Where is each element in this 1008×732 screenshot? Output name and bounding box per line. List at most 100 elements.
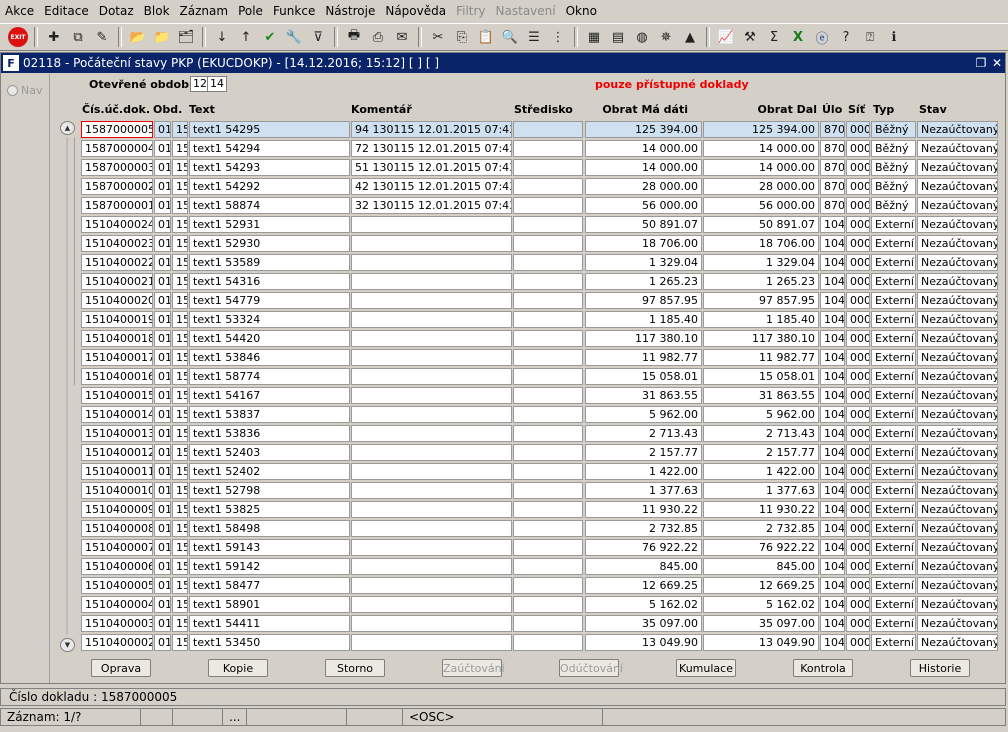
cell-debit[interactable]: 1 185.40 bbox=[585, 311, 702, 328]
cell-text[interactable]: text1 58774 bbox=[189, 368, 350, 385]
zoom-icon[interactable]: 🔍 bbox=[500, 27, 520, 47]
menu-item[interactable]: Dotaz bbox=[94, 0, 139, 23]
cell-period[interactable]: 01 bbox=[154, 216, 171, 233]
cell-cost-center[interactable] bbox=[513, 311, 583, 328]
cell-text[interactable]: text1 52930 bbox=[189, 235, 350, 252]
cell-cost-center[interactable] bbox=[513, 406, 583, 423]
cell-period[interactable]: 01 bbox=[154, 596, 171, 613]
cell-status[interactable]: Nezaúčtovaný bbox=[917, 311, 998, 328]
cell-type[interactable]: Externí bbox=[871, 406, 916, 423]
cell-text[interactable]: text1 53836 bbox=[189, 425, 350, 442]
table-row[interactable]: 15104000170115text1 53846 11 982.7711 982… bbox=[81, 349, 1001, 367]
cell-comment[interactable] bbox=[351, 368, 512, 385]
calculator-icon[interactable]: ▦ bbox=[584, 27, 604, 47]
cell-unit[interactable]: 104 bbox=[820, 634, 845, 651]
menu-item[interactable]: Akce bbox=[0, 0, 39, 23]
cell-credit[interactable]: 1 265.23 bbox=[703, 273, 819, 290]
settings-gear-icon[interactable]: ✵ bbox=[656, 27, 676, 47]
cell-unit[interactable]: 104 bbox=[820, 349, 845, 366]
menu-item[interactable]: Nastavení bbox=[491, 0, 561, 23]
cell-unit[interactable]: 104 bbox=[820, 482, 845, 499]
cell-debit[interactable]: 14 000.00 bbox=[585, 140, 702, 157]
table-row[interactable]: 15104000040115text1 58901 5 162.025 162.0… bbox=[81, 596, 1001, 614]
menu-item[interactable]: Blok bbox=[139, 0, 175, 23]
cell-status[interactable]: Nezaúčtovaný bbox=[917, 539, 998, 556]
cell-text[interactable]: text1 52931 bbox=[189, 216, 350, 233]
cell-type[interactable]: Externí bbox=[871, 558, 916, 575]
cell-comment[interactable] bbox=[351, 615, 512, 632]
cell-network[interactable]: 000 bbox=[846, 482, 870, 499]
cell-doc-number[interactable]: 1510400011 bbox=[81, 463, 153, 480]
cell-doc-number[interactable]: 1587000005 bbox=[81, 121, 153, 138]
cell-period[interactable]: 01 bbox=[154, 254, 171, 271]
cell-network[interactable]: 000 bbox=[846, 520, 870, 537]
cell-comment[interactable]: 94 130115 12.01.2015 07:43:42 bbox=[351, 121, 512, 138]
cell-cost-center[interactable] bbox=[513, 197, 583, 214]
help-icon[interactable]: ? bbox=[836, 27, 856, 47]
cell-year[interactable]: 15 bbox=[172, 634, 188, 651]
info-icon[interactable]: ℹ bbox=[884, 27, 904, 47]
cell-status[interactable]: Nezaúčtovaný bbox=[917, 349, 998, 366]
cell-type[interactable]: Externí bbox=[871, 444, 916, 461]
cell-period[interactable]: 01 bbox=[154, 387, 171, 404]
duplicate-record-icon[interactable]: ⧉ bbox=[68, 27, 88, 47]
table-row[interactable]: 15104000070115text1 59143 76 922.2276 922… bbox=[81, 539, 1001, 557]
table-row[interactable]: 15104000130115text1 53836 2 713.432 713.4… bbox=[81, 425, 1001, 443]
cell-status[interactable]: Nezaúčtovaný bbox=[917, 254, 998, 271]
cell-cost-center[interactable] bbox=[513, 444, 583, 461]
cell-doc-number[interactable]: 1510400005 bbox=[81, 577, 153, 594]
sort-descending-icon[interactable]: ↑ bbox=[236, 27, 256, 47]
cell-network[interactable]: 000 bbox=[846, 235, 870, 252]
cell-type[interactable]: Externí bbox=[871, 216, 916, 233]
cell-comment[interactable] bbox=[351, 634, 512, 651]
excel-icon[interactable]: X bbox=[788, 27, 808, 47]
cell-text[interactable]: text1 54295 bbox=[189, 121, 350, 138]
cell-debit[interactable]: 2 713.43 bbox=[585, 425, 702, 442]
cell-text[interactable]: text1 58874 bbox=[189, 197, 350, 214]
cell-credit[interactable]: 2 732.85 bbox=[703, 520, 819, 537]
cell-year[interactable]: 15 bbox=[172, 501, 188, 518]
cell-comment[interactable] bbox=[351, 463, 512, 480]
cell-year[interactable]: 15 bbox=[172, 482, 188, 499]
cell-type[interactable]: Běžný bbox=[871, 197, 916, 214]
cell-period[interactable]: 01 bbox=[154, 634, 171, 651]
cell-period[interactable]: 01 bbox=[154, 463, 171, 480]
cell-debit[interactable]: 5 162.02 bbox=[585, 596, 702, 613]
cell-text[interactable]: text1 53846 bbox=[189, 349, 350, 366]
cell-cost-center[interactable] bbox=[513, 159, 583, 176]
cell-type[interactable]: Externí bbox=[871, 387, 916, 404]
cell-cost-center[interactable] bbox=[513, 634, 583, 651]
table-row[interactable]: 15104000020115text1 53450 13 049.9013 049… bbox=[81, 634, 1001, 652]
cell-status[interactable]: Nezaúčtovaný bbox=[917, 425, 998, 442]
cell-doc-number[interactable]: 1510400023 bbox=[81, 235, 153, 252]
cell-status[interactable]: Nezaúčtovaný bbox=[917, 615, 998, 632]
cell-network[interactable]: 000 bbox=[846, 368, 870, 385]
cell-debit[interactable]: 13 049.90 bbox=[585, 634, 702, 651]
cell-status[interactable]: Nezaúčtovaný bbox=[917, 273, 998, 290]
cell-doc-number[interactable]: 1510400008 bbox=[81, 520, 153, 537]
cell-text[interactable]: text1 53825 bbox=[189, 501, 350, 518]
cell-status[interactable]: Nezaúčtovaný bbox=[917, 482, 998, 499]
cell-network[interactable]: 000 bbox=[846, 349, 870, 366]
storno-button[interactable]: Storno bbox=[325, 659, 385, 677]
cell-type[interactable]: Externí bbox=[871, 615, 916, 632]
cell-text[interactable]: text1 53837 bbox=[189, 406, 350, 423]
cell-comment[interactable] bbox=[351, 292, 512, 309]
cell-cost-center[interactable] bbox=[513, 520, 583, 537]
cell-period[interactable]: 01 bbox=[154, 140, 171, 157]
kumulace-button[interactable]: Kumulace bbox=[676, 659, 736, 677]
cell-status[interactable]: Nezaúčtovaný bbox=[917, 178, 998, 195]
cell-year[interactable]: 15 bbox=[172, 387, 188, 404]
cell-unit[interactable]: 104 bbox=[820, 273, 845, 290]
cell-debit[interactable]: 1 422.00 bbox=[585, 463, 702, 480]
cell-doc-number[interactable]: 1510400020 bbox=[81, 292, 153, 309]
cell-unit[interactable]: 870 bbox=[820, 197, 845, 214]
cell-text[interactable]: text1 54420 bbox=[189, 330, 350, 347]
cell-network[interactable]: 000 bbox=[846, 615, 870, 632]
cell-year[interactable]: 15 bbox=[172, 330, 188, 347]
cell-type[interactable]: Externí bbox=[871, 425, 916, 442]
cell-year[interactable]: 15 bbox=[172, 292, 188, 309]
cell-cost-center[interactable] bbox=[513, 425, 583, 442]
print-icon[interactable]: 🖶 bbox=[344, 27, 364, 47]
cell-credit[interactable]: 14 000.00 bbox=[703, 140, 819, 157]
